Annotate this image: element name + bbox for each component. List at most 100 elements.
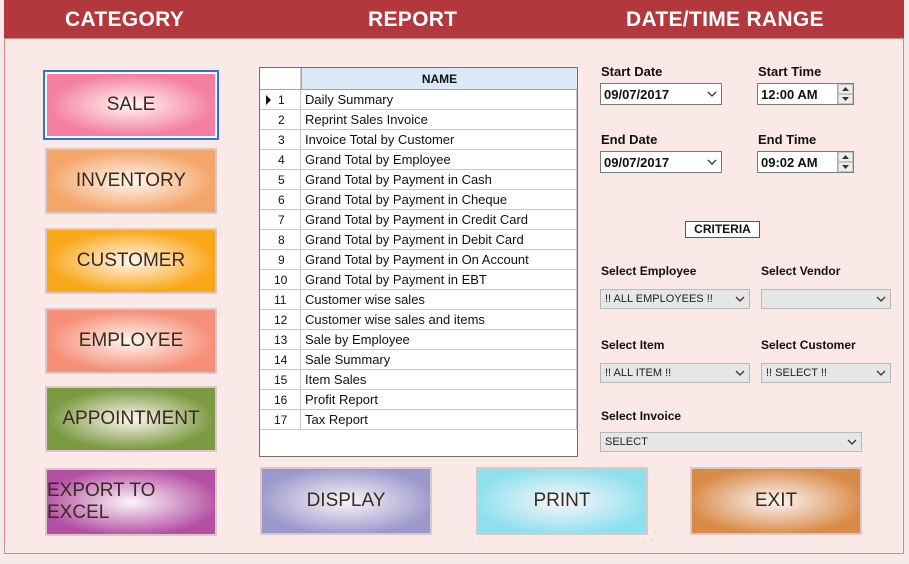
report-name-cell[interactable]: Item Sales bbox=[301, 370, 577, 389]
spin-up-icon[interactable] bbox=[838, 84, 853, 94]
row-number-text: 10 bbox=[274, 273, 288, 287]
row-number-text: 6 bbox=[278, 193, 285, 207]
chevron-down-icon[interactable] bbox=[731, 296, 749, 302]
vendor-label: Select Vendor bbox=[761, 264, 841, 278]
customer-button[interactable]: CUSTOMER bbox=[45, 228, 217, 294]
item-select[interactable]: !! ALL ITEM !! bbox=[600, 363, 750, 383]
end-date-value: 09/07/2017 bbox=[604, 154, 670, 170]
spin-down-icon[interactable] bbox=[838, 94, 853, 104]
date-time-range-heading: DATE/TIME RANGE bbox=[626, 8, 824, 31]
start-date-picker[interactable]: 09/07/2017 bbox=[600, 83, 722, 105]
report-name-cell[interactable]: Customer wise sales and items bbox=[301, 310, 577, 329]
customer-select-value: !! SELECT !! bbox=[766, 367, 827, 379]
report-name-cell[interactable]: Reprint Sales Invoice bbox=[301, 110, 577, 129]
end-date-picker[interactable]: 09/07/2017 bbox=[600, 151, 722, 173]
table-row[interactable]: 11 Customer wise sales bbox=[260, 290, 577, 310]
report-name-cell[interactable]: Daily Summary bbox=[301, 90, 577, 109]
vendor-select[interactable] bbox=[761, 289, 891, 309]
chevron-down-icon[interactable] bbox=[731, 370, 749, 376]
start-date-label: Start Date bbox=[601, 64, 663, 79]
chevron-down-icon[interactable] bbox=[843, 439, 861, 445]
table-row[interactable]: 7 Grand Total by Payment in Credit Card bbox=[260, 210, 577, 230]
chevron-down-icon[interactable] bbox=[703, 91, 721, 97]
sale-button[interactable]: SALE bbox=[43, 70, 219, 140]
table-row[interactable]: 4 Grand Total by Employee bbox=[260, 150, 577, 170]
exit-button[interactable]: EXIT bbox=[690, 467, 862, 535]
start-time-spinner[interactable] bbox=[837, 84, 853, 104]
spin-down-icon[interactable] bbox=[838, 162, 853, 172]
display-button[interactable]: DISPLAY bbox=[260, 467, 432, 535]
row-number-text: 2 bbox=[278, 113, 285, 127]
chevron-down-icon[interactable] bbox=[872, 296, 890, 302]
report-name-cell[interactable]: Invoice Total by Customer bbox=[301, 130, 577, 149]
report-window: CATEGORY REPORT DATE/TIME RANGE SALE INV… bbox=[0, 0, 909, 564]
row-number-text: 17 bbox=[274, 413, 288, 427]
export-to-excel-button[interactable]: EXPORT TO EXCEL bbox=[45, 468, 217, 536]
header-bar: CATEGORY REPORT DATE/TIME RANGE bbox=[4, 0, 904, 38]
table-row[interactable]: 16 Profit Report bbox=[260, 390, 577, 410]
row-number-text: 5 bbox=[278, 173, 285, 187]
report-name-cell[interactable]: Customer wise sales bbox=[301, 290, 577, 309]
report-name-cell[interactable]: Grand Total by Payment in Debit Card bbox=[301, 230, 577, 249]
row-number-text: 4 bbox=[278, 153, 285, 167]
appointment-button[interactable]: APPOINTMENT bbox=[45, 386, 217, 452]
report-name-cell[interactable]: Tax Report bbox=[301, 410, 577, 429]
report-name-cell[interactable]: Grand Total by Payment in EBT bbox=[301, 270, 577, 289]
table-row[interactable]: 1 Daily Summary bbox=[260, 90, 577, 110]
row-number-text: 13 bbox=[274, 333, 288, 347]
row-number: 4 bbox=[260, 150, 301, 169]
item-label: Select Item bbox=[601, 338, 665, 352]
end-time-label: End Time bbox=[758, 132, 817, 147]
sale-button-label: SALE bbox=[106, 94, 156, 115]
report-name-cell[interactable]: Grand Total by Payment in On Account bbox=[301, 250, 577, 269]
current-row-icon bbox=[266, 95, 271, 105]
table-row[interactable]: 10 Grand Total by Payment in EBT bbox=[260, 270, 577, 290]
row-number: 12 bbox=[260, 310, 301, 329]
name-column-header[interactable]: NAME bbox=[301, 68, 577, 89]
row-number-text: 12 bbox=[274, 313, 288, 327]
start-time-picker[interactable]: 12:00 AM bbox=[757, 83, 854, 105]
inventory-button[interactable]: INVENTORY bbox=[45, 148, 217, 214]
chevron-down-icon[interactable] bbox=[703, 159, 721, 165]
spin-up-icon[interactable] bbox=[838, 152, 853, 162]
report-list-grid[interactable]: NAME 1 Daily Summary 2 Reprint Sales Invoic… bbox=[259, 67, 578, 457]
table-row[interactable]: 9 Grand Total by Payment in On Account bbox=[260, 250, 577, 270]
table-row[interactable]: 5 Grand Total by Payment in Cash bbox=[260, 170, 577, 190]
report-name-cell[interactable]: Grand Total by Payment in Credit Card bbox=[301, 210, 577, 229]
employee-button[interactable]: EMPLOYEE bbox=[45, 308, 217, 374]
print-label: PRINT bbox=[533, 490, 591, 511]
row-number: 14 bbox=[260, 350, 301, 369]
chevron-down-icon[interactable] bbox=[872, 370, 890, 376]
end-date-label: End Date bbox=[601, 132, 658, 147]
table-row[interactable]: 8 Grand Total by Payment in Debit Card bbox=[260, 230, 577, 250]
table-row[interactable]: 13 Sale by Employee bbox=[260, 330, 577, 350]
table-row[interactable]: 14 Sale Summary bbox=[260, 350, 577, 370]
report-name-cell[interactable]: Grand Total by Payment in Cash bbox=[301, 170, 577, 189]
employee-button-label: EMPLOYEE bbox=[78, 330, 184, 351]
row-number-text: 16 bbox=[274, 393, 288, 407]
grid-header: NAME bbox=[260, 68, 577, 90]
row-number: 6 bbox=[260, 190, 301, 209]
table-row[interactable]: 2 Reprint Sales Invoice bbox=[260, 110, 577, 130]
table-row[interactable]: 17 Tax Report bbox=[260, 410, 577, 430]
report-name-cell[interactable]: Profit Report bbox=[301, 390, 577, 409]
row-number-text: 1 bbox=[278, 93, 285, 107]
customer-select[interactable]: !! SELECT !! bbox=[761, 363, 891, 383]
end-time-picker[interactable]: 09:02 AM bbox=[757, 151, 854, 173]
table-row[interactable]: 15 Item Sales bbox=[260, 370, 577, 390]
report-name-cell[interactable]: Grand Total by Payment in Cheque bbox=[301, 190, 577, 209]
employee-select[interactable]: !! ALL EMPLOYEES !! bbox=[600, 289, 750, 309]
employee-label: Select Employee bbox=[601, 264, 697, 278]
invoice-select[interactable]: SELECT bbox=[600, 432, 862, 452]
table-row[interactable]: 6 Grand Total by Payment in Cheque bbox=[260, 190, 577, 210]
row-number: 8 bbox=[260, 230, 301, 249]
row-number: 3 bbox=[260, 130, 301, 149]
report-name-cell[interactable]: Sale by Employee bbox=[301, 330, 577, 349]
start-time-label: Start Time bbox=[758, 64, 822, 79]
table-row[interactable]: 12 Customer wise sales and items bbox=[260, 310, 577, 330]
report-name-cell[interactable]: Grand Total by Employee bbox=[301, 150, 577, 169]
end-time-spinner[interactable] bbox=[837, 152, 853, 172]
report-name-cell[interactable]: Sale Summary bbox=[301, 350, 577, 369]
table-row[interactable]: 3 Invoice Total by Customer bbox=[260, 130, 577, 150]
print-button[interactable]: PRINT bbox=[476, 467, 648, 535]
